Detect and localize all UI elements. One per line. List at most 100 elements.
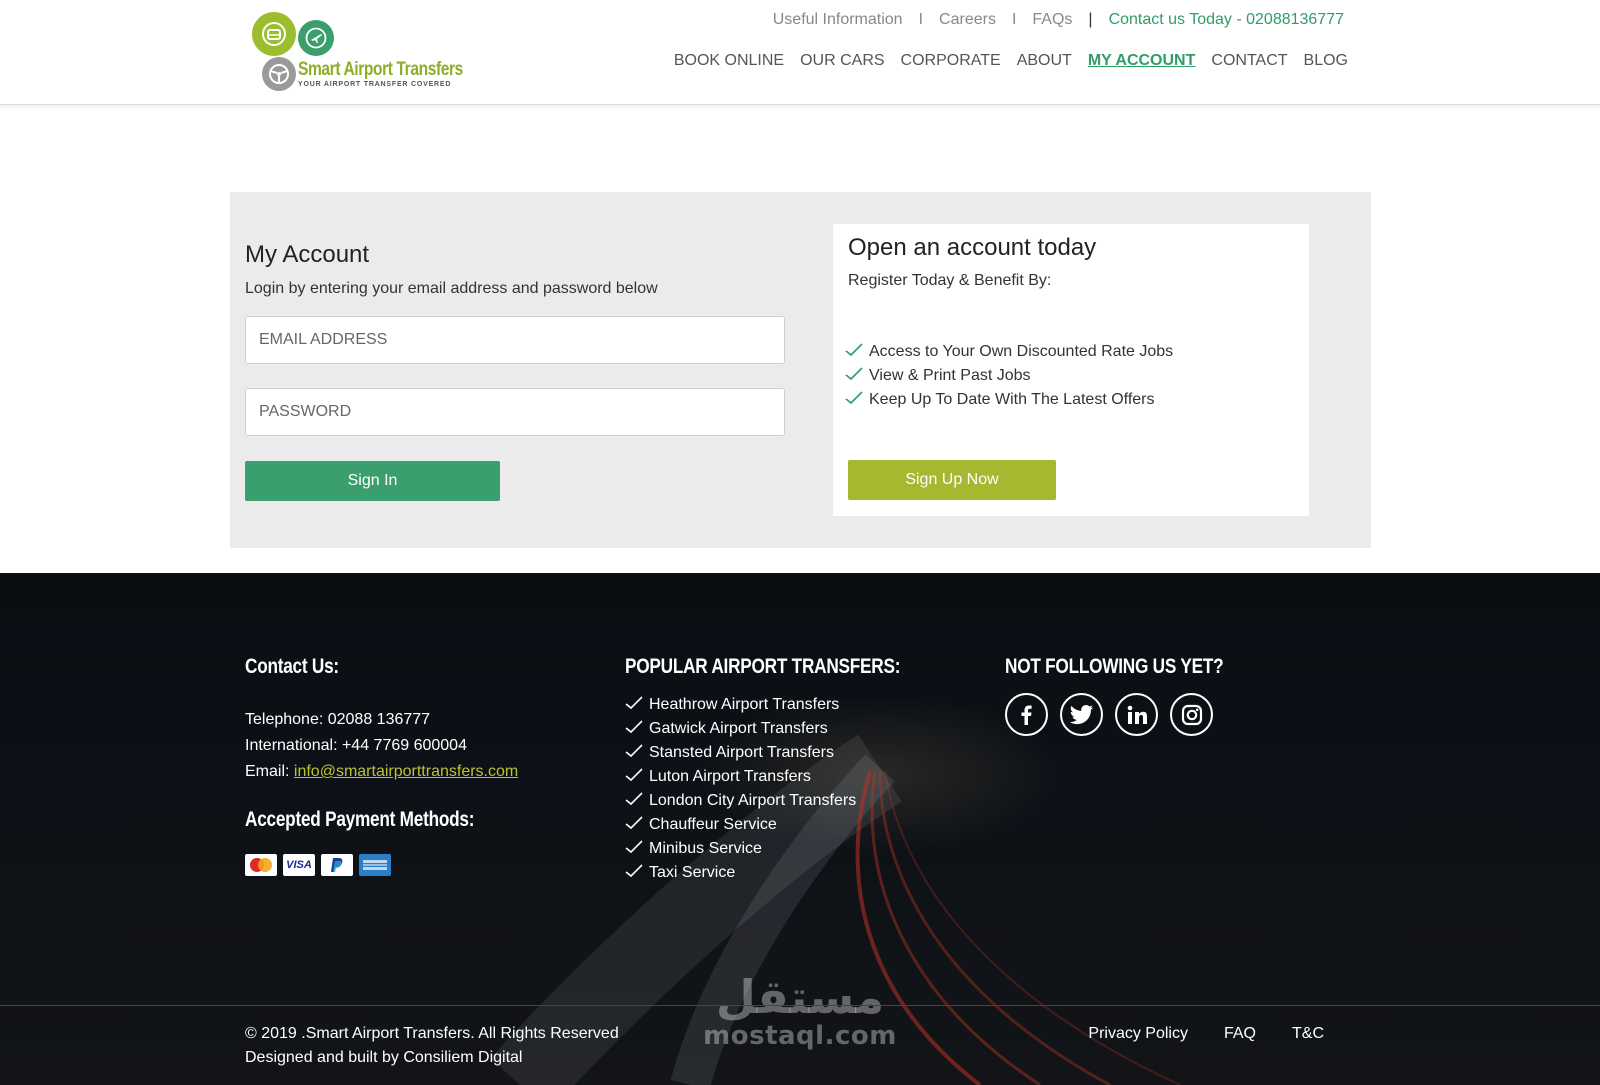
login-subtitle: Login by entering your email address and… [245,280,658,297]
list-item[interactable]: Gatwick Airport Transfers [625,717,961,741]
facebook-icon[interactable] [1005,693,1048,736]
social-links [1005,693,1271,736]
nav-my-account[interactable]: MY ACCOUNT [1088,52,1196,70]
checkmark-icon [625,839,649,859]
site-header: Smart Airport Transfers YOUR AIRPORT TRA… [0,0,1600,105]
payment-methods: VISA [245,854,525,876]
plane-icon [298,20,334,56]
popular-link[interactable]: Stansted Airport Transfers [649,744,834,762]
footer-links: Privacy Policy FAQ T&C [1088,1022,1324,1046]
nav-about[interactable]: ABOUT [1017,52,1072,70]
watermark-latin: mostaql.com [703,1021,897,1051]
nav-contact[interactable]: CONTACT [1211,52,1287,70]
watermark-arabic: مستقل [715,970,885,1024]
linkedin-icon[interactable] [1115,693,1158,736]
list-item[interactable]: Stansted Airport Transfers [625,741,961,765]
email-label: Email: [245,763,290,780]
popular-link[interactable]: Chauffeur Service [649,816,777,834]
list-item: Access to Your Own Discounted Rate Jobs [845,340,1173,364]
paypal-icon [321,854,353,876]
useful-information-link[interactable]: Useful Information [773,11,903,29]
account-panel: My Account Login by entering your email … [230,192,1371,548]
popular-link[interactable]: Heathrow Airport Transfers [649,696,839,714]
separator: | [1088,11,1093,28]
checkmark-icon [845,366,869,386]
faqs-link[interactable]: FAQs [1032,11,1072,29]
telephone-text: Telephone: 02088 136777 [245,711,431,728]
checkmark-icon [625,863,649,883]
contact-title: Contact Us: [245,655,339,678]
benefits-list: Access to Your Own Discounted Rate Jobs … [845,340,1173,412]
popular-link[interactable]: Taxi Service [649,864,735,882]
separator: I [918,11,924,28]
register-title: Open an account today [848,234,1097,261]
register-subtitle: Register Today & Benefit By: [848,272,1052,289]
popular-link[interactable]: Minibus Service [649,840,762,858]
amex-icon [359,854,391,876]
checkmark-icon [625,743,649,763]
main-nav: BOOK ONLINE OUR CARS CORPORATE ABOUT MY … [674,52,1348,70]
mostaql-watermark: مستقل mostaql.com [700,971,900,1049]
nav-book-online[interactable]: BOOK ONLINE [674,52,784,70]
popular-link[interactable]: Luton Airport Transfers [649,768,811,786]
checkmark-icon [625,815,649,835]
designed-by-text: Designed and built by Consiliem Digital [245,1049,523,1066]
benefit-text: Keep Up To Date With The Latest Offers [869,391,1155,408]
sign-in-button[interactable]: Sign In [245,461,500,501]
twitter-icon[interactable] [1060,693,1103,736]
sign-up-button[interactable]: Sign Up Now [848,460,1056,500]
faq-link[interactable]: FAQ [1224,1022,1256,1046]
register-box: Open an account today Register Today & B… [833,224,1309,516]
separator: I [1011,11,1017,28]
mastercard-icon [245,854,277,876]
car-icon [252,12,296,56]
list-item[interactable]: Minibus Service [625,837,961,861]
copyright: © 2019 .Smart Airport Transfers. All Rig… [245,1022,619,1070]
checkmark-icon [625,695,649,715]
popular-title: POPULAR AIRPORT TRANSFERS: [625,655,901,678]
checkmark-icon [845,390,869,410]
email-line: Email: info@smartairporttransfers.com [245,761,525,782]
list-item: Keep Up To Date With The Latest Offers [845,388,1173,412]
list-item[interactable]: Luton Airport Transfers [625,765,961,789]
site-logo[interactable]: Smart Airport Transfers YOUR AIRPORT TRA… [252,12,463,92]
checkmark-icon [625,791,649,811]
logo-tagline: YOUR AIRPORT TRANSFER COVERED [298,81,452,88]
email-link[interactable]: info@smartairporttransfers.com [294,763,518,780]
checkmark-icon [625,719,649,739]
payment-title: Accepted Payment Methods: [245,808,475,831]
login-form: My Account Login by entering your email … [245,240,785,501]
email-input[interactable] [245,316,785,364]
popular-link[interactable]: London City Airport Transfers [649,792,856,810]
list-item[interactable]: Heathrow Airport Transfers [625,693,961,717]
footer-social: NOT FOLLOWING US YET? [1005,655,1271,736]
list-item[interactable]: Taxi Service [625,861,961,885]
checkmark-icon [625,767,649,787]
password-input[interactable] [245,388,785,436]
list-item[interactable]: Chauffeur Service [625,813,961,837]
steering-wheel-icon [262,57,296,91]
checkmark-icon [845,342,869,362]
logo-name: Smart Airport Transfers [298,59,463,80]
popular-list: Heathrow Airport Transfers Gatwick Airpo… [625,693,961,885]
nav-blog[interactable]: BLOG [1304,52,1348,70]
site-footer: Contact Us: Telephone: 02088 136777 Inte… [0,573,1600,1085]
terms-link[interactable]: T&C [1292,1022,1324,1046]
copyright-text: © 2019 .Smart Airport Transfers. All Rig… [245,1025,619,1042]
popular-link[interactable]: Gatwick Airport Transfers [649,720,828,738]
contact-phone-link[interactable]: Contact us Today - 02088136777 [1109,11,1344,29]
list-item: View & Print Past Jobs [845,364,1173,388]
benefit-text: View & Print Past Jobs [869,367,1031,384]
visa-icon: VISA [283,854,315,876]
nav-our-cars[interactable]: OUR CARS [800,52,884,70]
top-links: Useful Information I Careers I FAQs | Co… [773,11,1344,29]
social-title: NOT FOLLOWING US YET? [1005,655,1224,678]
instagram-icon[interactable] [1170,693,1213,736]
nav-corporate[interactable]: CORPORATE [901,52,1001,70]
privacy-policy-link[interactable]: Privacy Policy [1088,1022,1188,1046]
list-item[interactable]: London City Airport Transfers [625,789,961,813]
benefit-text: Access to Your Own Discounted Rate Jobs [869,343,1174,360]
footer-divider [0,1005,1600,1006]
international-text: International: +44 7769 600004 [245,737,467,754]
careers-link[interactable]: Careers [939,11,996,29]
